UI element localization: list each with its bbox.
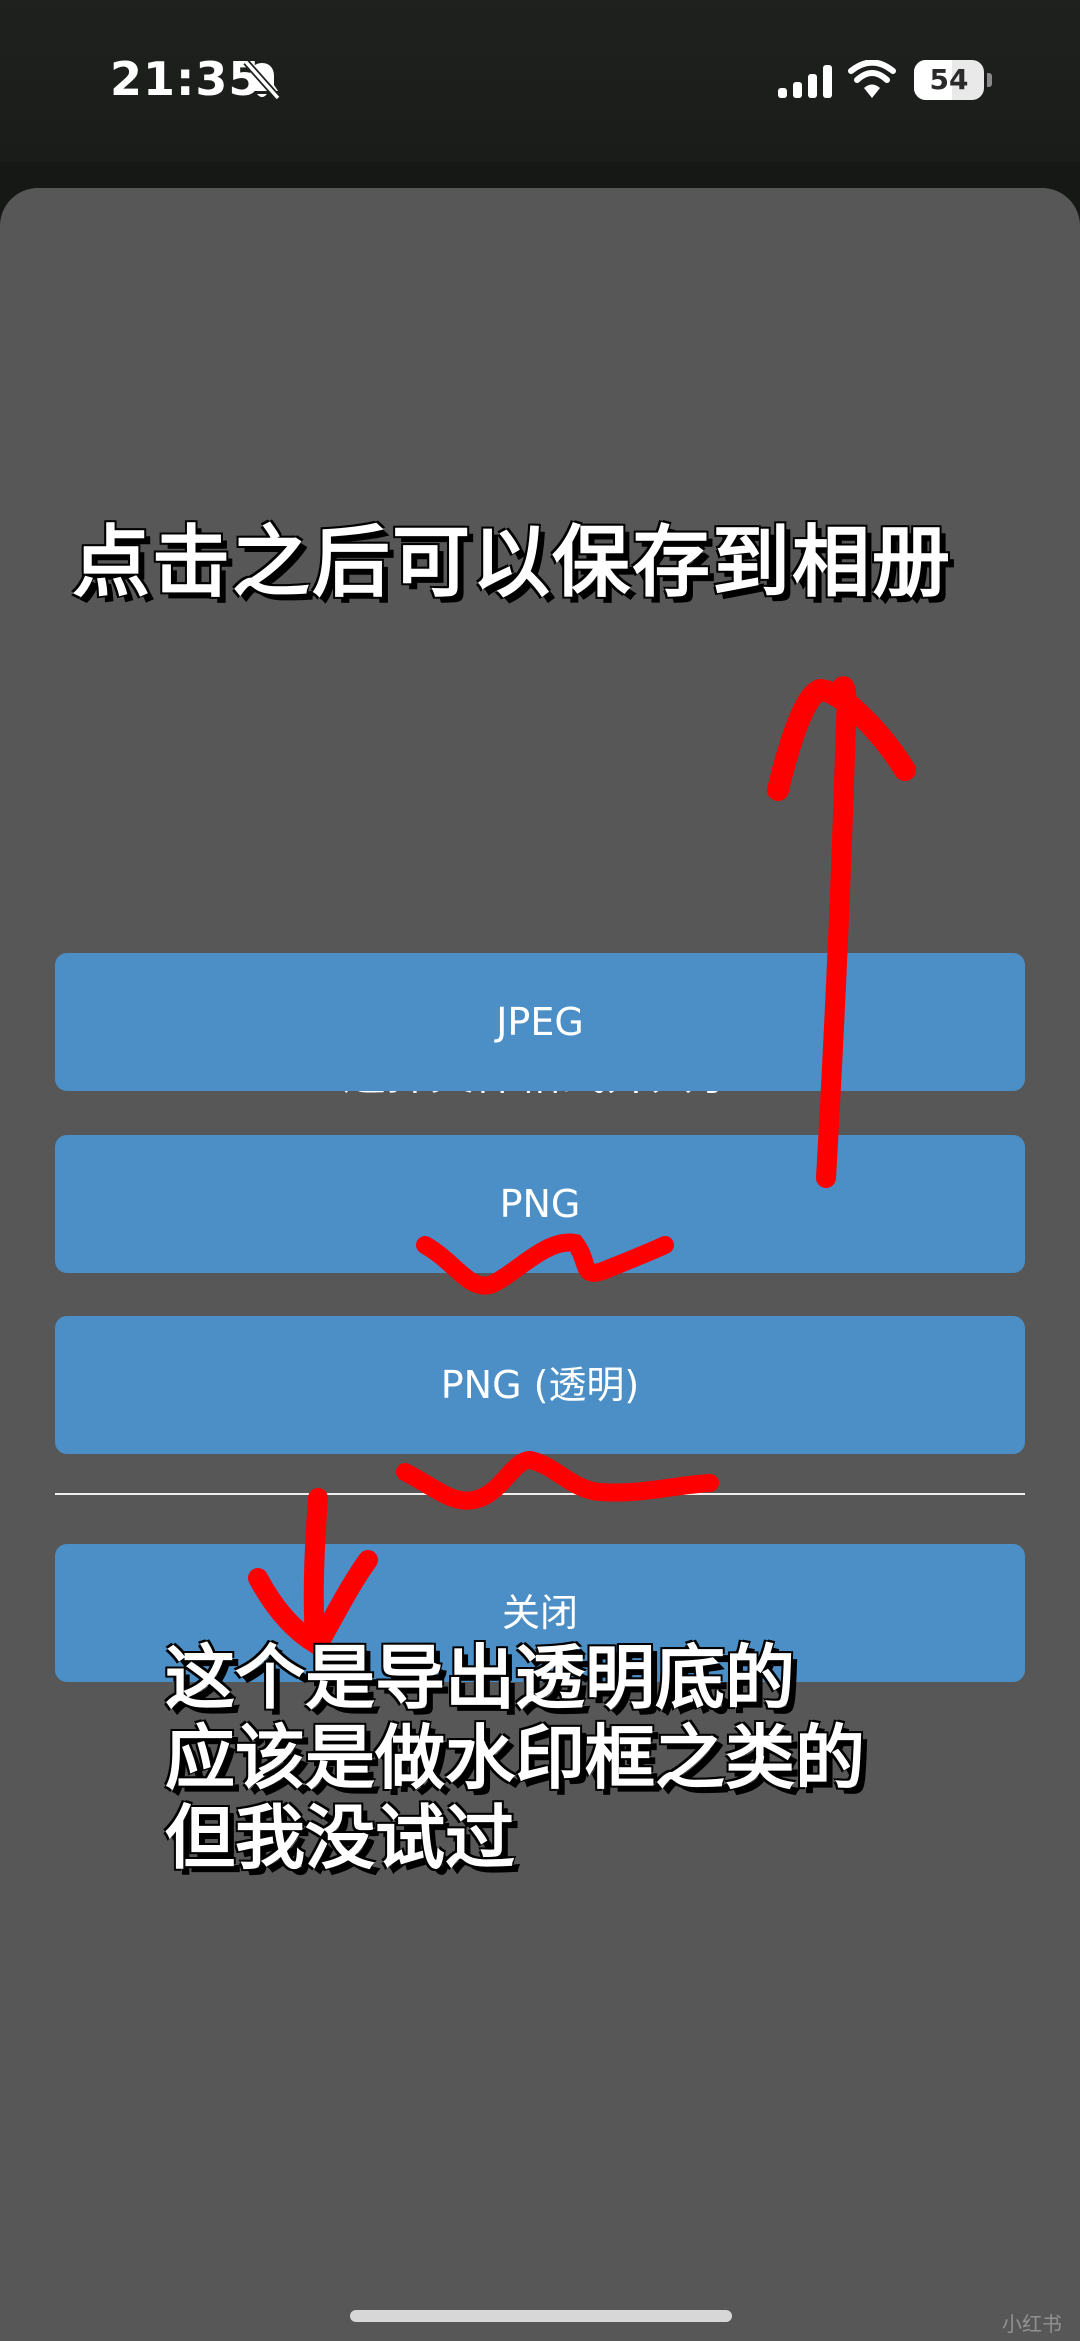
arrow-up-shaft <box>816 676 857 1188</box>
annotation-top-note: 点击之后可以保存到相册 <box>72 518 953 608</box>
squiggle-png <box>416 1233 674 1295</box>
annotation-bottom-line: 但我没试过 <box>165 1797 515 1879</box>
home-indicator[interactable] <box>350 2310 732 2322</box>
annotation-bottom-note: 这个是导出透明底的 应该是做水印框之类的 但我没试过 <box>165 1638 865 1878</box>
squiggle-png-transparent <box>396 1450 719 1510</box>
annotation-layer <box>248 676 916 1655</box>
annotation-bottom-line: 这个是导出透明底的 <box>165 1637 795 1719</box>
annotation-bottom-line: 应该是做水印框之类的 <box>165 1717 865 1799</box>
arrow-down-shaft <box>303 1488 328 1650</box>
watermark: 小红书 <box>1002 2312 1062 2336</box>
